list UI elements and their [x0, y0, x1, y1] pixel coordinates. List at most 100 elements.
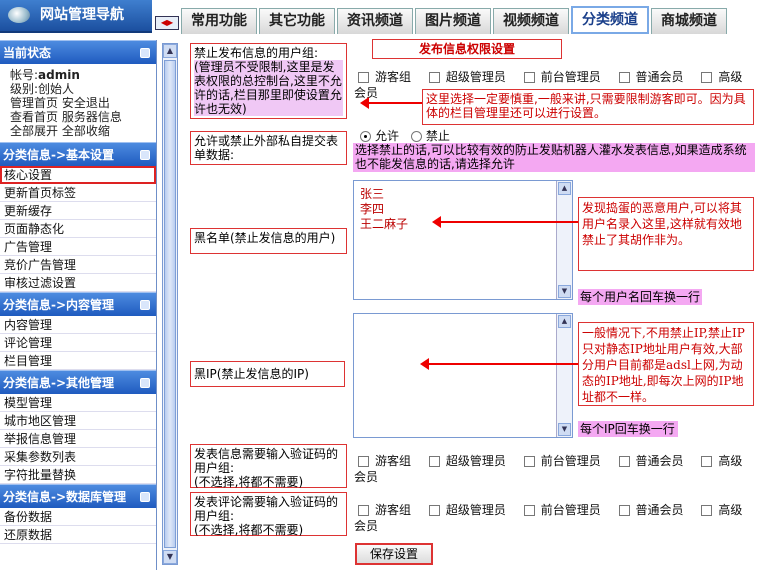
- level-label: 级别:: [10, 82, 39, 96]
- sidebar-item[interactable]: 页面静态化: [0, 220, 156, 238]
- sidebar-item-core-settings[interactable]: 核心设置: [0, 166, 156, 184]
- sidebar-item[interactable]: 备份数据: [0, 508, 156, 526]
- section-title: 分类信息->数据库管理: [3, 490, 127, 504]
- tab-common[interactable]: 常用功能: [181, 8, 257, 34]
- sidebar-item[interactable]: 栏目管理: [0, 352, 156, 370]
- sidebar-section-other[interactable]: 分类信息->其他管理: [0, 370, 156, 394]
- row4-hint: 每个IP回车换一行: [578, 421, 678, 437]
- nav-title-text: 网站管理导航: [40, 7, 124, 23]
- sidebar-item[interactable]: 广告管理: [0, 238, 156, 256]
- row5-label: 发表信息需要输入验证码的用户组:: [194, 447, 339, 475]
- level-value: 创始人: [38, 82, 75, 96]
- collapse-icon[interactable]: [140, 48, 150, 58]
- checkbox[interactable]: [523, 505, 535, 516]
- sidebar-item[interactable]: 评论管理: [0, 334, 156, 352]
- sidebar-item[interactable]: 还原数据: [0, 526, 156, 544]
- row1-callout: 这里选择一定要慎重,一般来讲,只需要限制游客即可。因为具体的栏目管理里还可以进行…: [422, 89, 754, 125]
- checkbox[interactable]: [523, 72, 535, 83]
- checkbox[interactable]: [701, 505, 713, 516]
- scroll-up-icon[interactable]: ▲: [163, 44, 177, 58]
- tab-news[interactable]: 资讯频道: [337, 8, 413, 34]
- sidebar-item[interactable]: 内容管理: [0, 316, 156, 334]
- tab-video[interactable]: 视频频道: [493, 8, 569, 34]
- sidebar-links-1[interactable]: 管理首页 安全退出: [10, 96, 156, 110]
- radio-deny[interactable]: [410, 131, 422, 142]
- scroll-thumb[interactable]: [164, 60, 176, 548]
- checkbox[interactable]: [358, 72, 369, 83]
- user-blacklist-textarea[interactable]: 张三 李四 王二麻子 ▲ ▼: [353, 180, 573, 300]
- textarea-scrollbar[interactable]: ▲ ▼: [556, 181, 572, 299]
- checkbox[interactable]: [358, 505, 369, 516]
- row4-label-box: 黑IP(禁止发信息的IP): [190, 361, 345, 387]
- sidebar-item[interactable]: 模型管理: [0, 394, 156, 412]
- sidebar-item[interactable]: 城市地区管理: [0, 412, 156, 430]
- sidebar-item[interactable]: 更新缓存: [0, 202, 156, 220]
- checkbox[interactable]: [701, 456, 713, 467]
- sidebar-item[interactable]: 字符批量替换: [0, 466, 156, 484]
- checkbox[interactable]: [428, 505, 440, 516]
- checkbox[interactable]: [618, 72, 630, 83]
- status-info: 帐号:admin 级别:创始人 管理首页 安全退出 查看首页 服务器信息 全部展…: [0, 64, 156, 142]
- group-label: 前台管理员: [540, 503, 601, 517]
- row5-label-box: 发表信息需要输入验证码的用户组: (不选择,将都不需要): [190, 444, 347, 489]
- group-label: 超级管理员: [445, 70, 506, 84]
- sidebar-section-content[interactable]: 分类信息->内容管理: [0, 292, 156, 316]
- radio-allow[interactable]: [360, 131, 371, 142]
- sidebar-item[interactable]: 竞价广告管理: [0, 256, 156, 274]
- scroll-up-icon[interactable]: ▲: [558, 315, 571, 328]
- sidebar: 当前状态 帐号:admin 级别:创始人 管理首页 安全退出 查看首页 服务器信…: [0, 40, 157, 570]
- group-label: 游客组: [375, 70, 412, 84]
- group-label: 普通会员: [635, 454, 684, 468]
- scroll-down-icon[interactable]: ▼: [558, 423, 571, 436]
- save-button[interactable]: 保存设置: [355, 543, 433, 565]
- scroll-down-icon[interactable]: ▼: [558, 285, 571, 298]
- sidebar-links-3[interactable]: 全部展开 全部收缩: [10, 124, 156, 138]
- main-scrollbar[interactable]: ▲ ▼: [162, 43, 178, 565]
- checkbox[interactable]: [358, 456, 369, 467]
- row1-note: (管理员不受限制,这里是发表权限的总控制台,这里不允许的话,栏目那里即使设置允许…: [194, 60, 343, 116]
- blacklist-user: 张三: [360, 187, 385, 201]
- blacklist-user: 李四: [360, 202, 385, 216]
- row5-note: (不选择,将都不需要): [194, 475, 304, 489]
- scroll-down-icon[interactable]: ▼: [163, 550, 177, 564]
- radio-deny-label: 禁止: [425, 129, 450, 143]
- sidebar-item[interactable]: 举报信息管理: [0, 430, 156, 448]
- checkbox[interactable]: [618, 505, 630, 516]
- scroll-up-icon[interactable]: ▲: [558, 182, 571, 195]
- sidebar-section-database[interactable]: 分类信息->数据库管理: [0, 484, 156, 508]
- ip-blacklist-textarea[interactable]: ▲ ▼: [353, 313, 573, 438]
- collapse-icon[interactable]: [140, 300, 150, 310]
- sidebar-item[interactable]: 采集参数列表: [0, 448, 156, 466]
- sidebar-section-basic[interactable]: 分类信息->基本设置: [0, 142, 156, 166]
- row5-groups: 游客组 超级管理员 前台管理员 普通会员 高级会员: [354, 453, 754, 485]
- tab-bar: 常用功能 其它功能 资讯频道 图片频道 视频频道 分类频道 商城频道: [181, 6, 727, 36]
- page-title: 发布信息权限设置: [372, 39, 562, 59]
- tab-other[interactable]: 其它功能: [259, 8, 335, 34]
- row6-groups: 游客组 超级管理员 前台管理员 普通会员 高级会员: [354, 502, 754, 534]
- sidebar-item[interactable]: 更新首页标签: [0, 184, 156, 202]
- collapse-icon[interactable]: [140, 492, 150, 502]
- radio-allow-label: 允许: [375, 129, 400, 143]
- sidebar-section-status[interactable]: 当前状态: [0, 40, 156, 64]
- sidebar-item[interactable]: 审核过滤设置: [0, 274, 156, 292]
- checkbox[interactable]: [428, 72, 440, 83]
- checkbox[interactable]: [428, 456, 440, 467]
- section-title: 分类信息->其他管理: [3, 376, 115, 390]
- tab-classifieds[interactable]: 分类频道: [571, 6, 649, 34]
- textarea-scrollbar[interactable]: ▲ ▼: [556, 314, 572, 437]
- account-label: 帐号:: [10, 68, 39, 82]
- collapse-icon[interactable]: [140, 150, 150, 160]
- group-label: 超级管理员: [445, 503, 506, 517]
- checkbox[interactable]: [523, 456, 535, 467]
- globe-icon: [8, 7, 30, 23]
- group-label: 游客组: [375, 503, 412, 517]
- tab-shop[interactable]: 商城频道: [651, 8, 727, 34]
- row2-radios: 允许 禁止: [356, 128, 450, 144]
- checkbox[interactable]: [618, 456, 630, 467]
- sidebar-links-2[interactable]: 查看首页 服务器信息: [10, 110, 156, 124]
- sidebar-toggle-icon[interactable]: ◀▶: [155, 16, 179, 30]
- group-label: 超级管理员: [445, 454, 506, 468]
- tab-images[interactable]: 图片频道: [415, 8, 491, 34]
- collapse-icon[interactable]: [140, 378, 150, 388]
- checkbox[interactable]: [701, 72, 713, 83]
